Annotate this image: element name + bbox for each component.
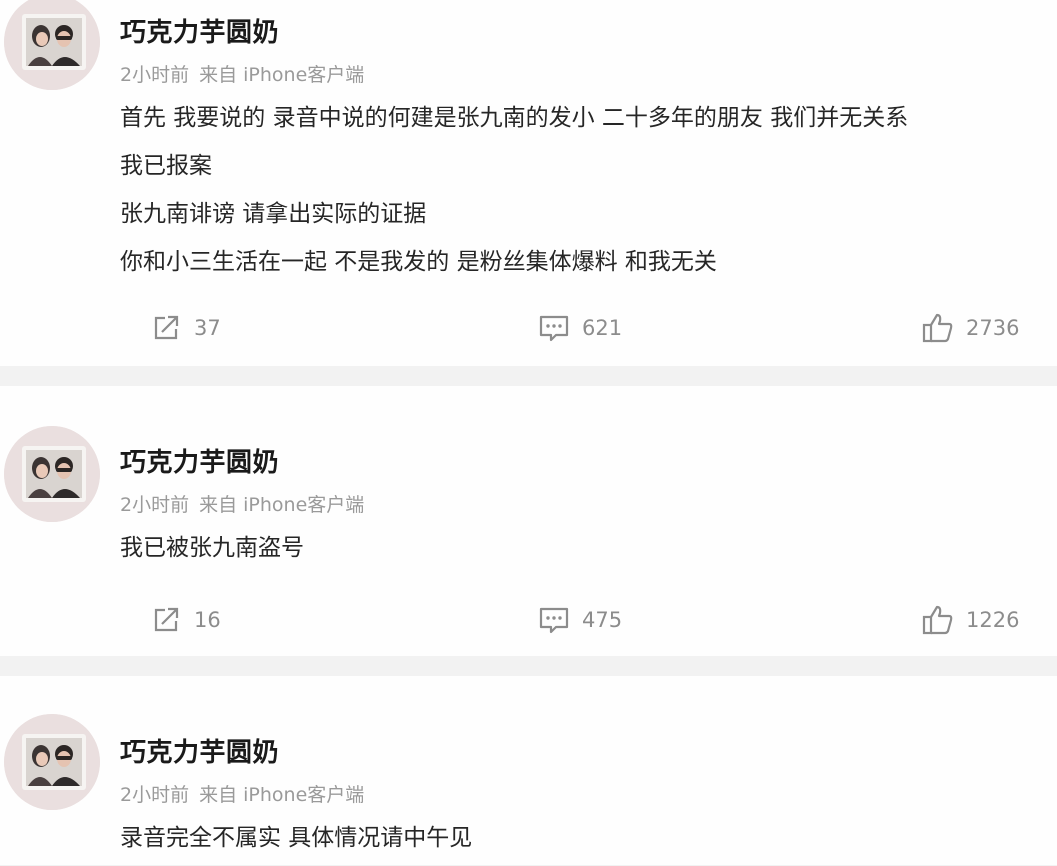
post-text-line: 我已被张九南盗号 [120, 535, 304, 561]
post-source: 来自 iPhone客户端 [199, 494, 365, 516]
action-bar: 16 475 1226 [0, 600, 1057, 640]
weibo-feed: 巧克力芋圆奶 2小时前 来自 iPhone客户端 首先 我要说的 录音中说的何建是… [0, 0, 1057, 865]
post-time: 2小时前 [120, 784, 190, 806]
comment-count: 621 [582, 316, 623, 340]
comment-count: 475 [582, 608, 623, 632]
post-time: 2小时前 [120, 64, 190, 86]
avatar-photo-icon [4, 0, 100, 90]
post-card: 巧克力芋圆奶 2小时前 来自 iPhone客户端 首先 我要说的 录音中说的何建是… [0, 0, 1057, 366]
repost-icon [154, 315, 179, 340]
post-source: 来自 iPhone客户端 [199, 784, 365, 806]
post-meta: 2小时前 来自 iPhone客户端 [120, 60, 364, 87]
post-time: 2小时前 [120, 494, 190, 516]
username[interactable]: 巧克力芋圆奶 [120, 442, 279, 479]
comment-icon [539, 315, 569, 342]
like-icon [922, 605, 953, 635]
post-meta: 2小时前 来自 iPhone客户端 [120, 490, 364, 517]
post-text-line: 你和小三生活在一起 不是我发的 是粉丝集体爆料 和我无关 [120, 249, 717, 275]
post-content: 首先 我要说的 录音中说的何建是张九南的发小 二十多年的朋友 我们并无关系 我已… [120, 98, 1050, 290]
post-text-line: 张九南诽谤 请拿出实际的证据 [120, 201, 427, 227]
post-meta: 2小时前 来自 iPhone客户端 [120, 780, 364, 807]
post-content: 录音完全不属实 具体情况请中午见 [120, 818, 1050, 866]
repost-button[interactable]: 37 [148, 308, 221, 348]
comment-icon [539, 607, 569, 634]
comment-button[interactable]: 621 [536, 308, 622, 348]
avatar[interactable] [4, 426, 100, 522]
avatar[interactable] [4, 714, 100, 810]
username[interactable]: 巧克力芋圆奶 [120, 732, 279, 769]
post-card: 巧克力芋圆奶 2小时前 来自 iPhone客户端 录音完全不属实 具体情况请中午见 [0, 676, 1057, 865]
comment-button[interactable]: 475 [536, 600, 622, 640]
like-button[interactable]: 1226 [920, 600, 1019, 640]
avatar[interactable] [4, 0, 100, 90]
avatar-photo-icon [4, 714, 100, 810]
avatar-photo-icon [4, 426, 100, 522]
repost-button[interactable]: 16 [148, 600, 221, 640]
username[interactable]: 巧克力芋圆奶 [120, 12, 279, 49]
repost-count: 37 [194, 316, 221, 340]
action-bar: 37 621 2736 [0, 308, 1057, 348]
post-source: 来自 iPhone客户端 [199, 64, 365, 86]
like-icon [922, 313, 953, 343]
like-count: 1226 [966, 608, 1020, 632]
post-text-line: 我已报案 [120, 153, 212, 179]
repost-count: 16 [194, 608, 221, 632]
like-count: 2736 [966, 316, 1020, 340]
post-content: 我已被张九南盗号 [120, 528, 1050, 576]
post-text-line: 首先 我要说的 录音中说的何建是张九南的发小 二十多年的朋友 我们并无关系 [120, 105, 909, 131]
repost-icon [154, 607, 179, 632]
like-button[interactable]: 2736 [920, 308, 1019, 348]
post-text-line: 录音完全不属实 具体情况请中午见 [120, 825, 473, 851]
post-card: 巧克力芋圆奶 2小时前 来自 iPhone客户端 我已被张九南盗号 16 475… [0, 386, 1057, 656]
